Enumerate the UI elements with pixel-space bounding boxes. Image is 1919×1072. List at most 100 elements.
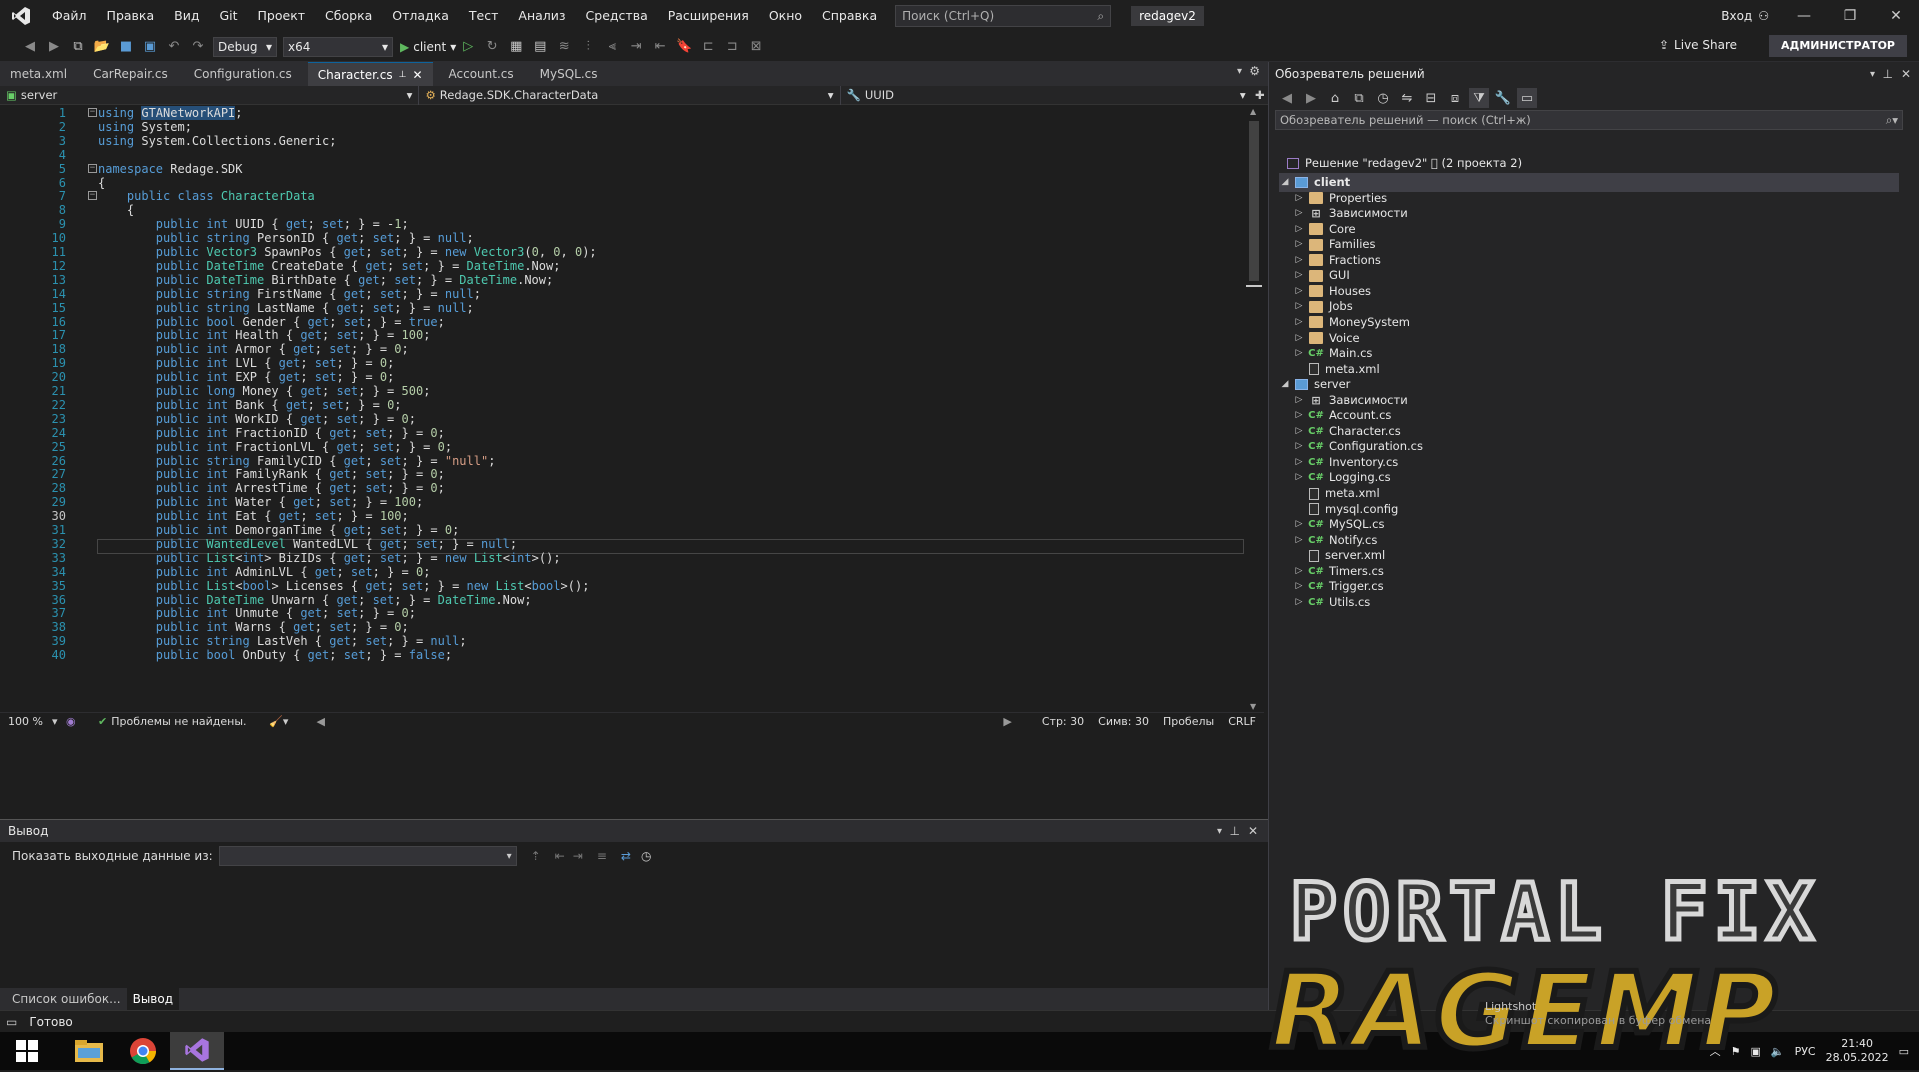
live-share-button[interactable]: ⇪ Live Share — [1659, 38, 1737, 52]
solution-root[interactable]: Решение "redagev2"   (2 проекта 2) — [1283, 154, 1522, 173]
menu-item-2[interactable]: Вид — [164, 0, 209, 32]
hot-reload-icon[interactable]: ↻ — [482, 37, 502, 57]
menu-item-4[interactable]: Проект — [248, 0, 316, 32]
close-icon[interactable]: ✕ — [1248, 824, 1258, 838]
back-icon[interactable]: ◀ — [20, 37, 40, 57]
menu-item-12[interactable]: Справка — [812, 0, 887, 32]
menu-item-3[interactable]: Git — [209, 0, 247, 32]
whitespace-indicator[interactable]: Пробелы — [1163, 715, 1214, 728]
tab-2[interactable]: Configuration.cs — [184, 62, 302, 86]
search-icon[interactable]: ⌕▾ — [1886, 113, 1898, 128]
flag-icon[interactable]: ⚑ — [1731, 1045, 1741, 1058]
scroll-down-icon[interactable]: ▼ — [1250, 702, 1256, 711]
filter-icon[interactable]: ⧩ — [1469, 88, 1489, 108]
menu-item-0[interactable]: Файл — [42, 0, 97, 32]
file-explorer-icon[interactable] — [62, 1032, 116, 1070]
indent-icon[interactable]: ⇥ — [626, 37, 646, 57]
member-dropdown[interactable]: 🔧 UUID ▾ — [841, 86, 1252, 105]
fold-toggle-icon[interactable]: − — [88, 191, 97, 201]
home-icon[interactable]: ⌂ — [1325, 88, 1345, 108]
issues-status[interactable]: Проблемы не найдены. — [111, 715, 261, 728]
menu-item-10[interactable]: Расширения — [658, 0, 759, 32]
output-window-icon[interactable]: ▭ — [6, 1015, 17, 1029]
pending-changes-icon[interactable]: ◷ — [1373, 88, 1393, 108]
menu-item-9[interactable]: Средства — [576, 0, 658, 32]
show-all-files-icon[interactable]: ⧈ — [1445, 88, 1465, 108]
pin-icon[interactable]: ⊥ — [399, 63, 407, 87]
line-indicator[interactable]: Стр: 30 — [1042, 715, 1084, 728]
eol-indicator[interactable]: CRLF — [1228, 715, 1256, 728]
clear-all-icon[interactable]: ≡ — [597, 849, 607, 863]
intellicode-icon[interactable]: ◉ — [66, 715, 86, 728]
prev-message-icon[interactable]: ⇤ — [555, 849, 565, 863]
vertical-scrollbar[interactable]: ▲ ▼ — [1246, 107, 1262, 711]
clock-icon[interactable]: ◷ — [641, 849, 651, 863]
uncomment-icon[interactable]: ⫷ — [602, 37, 622, 57]
format-icon[interactable]: ≋ — [554, 37, 574, 57]
config-dropdown[interactable]: Debug ▾ — [213, 36, 277, 57]
notifications-icon[interactable]: ▭ — [1899, 1045, 1909, 1058]
dropdown-icon[interactable]: ▾ — [1870, 69, 1875, 80]
start-debug-button[interactable]: ▶ client ▾ — [400, 40, 456, 54]
minimize-button[interactable]: — — [1781, 0, 1827, 32]
output-source-dropdown[interactable]: ▾ — [218, 846, 517, 866]
split-icon[interactable]: ✚ — [1252, 88, 1268, 102]
bookmark-next-icon[interactable]: ⊐ — [722, 37, 742, 57]
hscroll-left-icon[interactable]: ◀ — [316, 715, 324, 728]
type-dropdown[interactable]: ⚙ Redage.SDK.CharacterData ▾ — [419, 85, 841, 105]
open-file-icon[interactable]: 📂 — [92, 37, 112, 57]
chrome-icon[interactable] — [116, 1032, 170, 1070]
clock[interactable]: 21:40 28.05.2022 — [1826, 1037, 1889, 1065]
save-all-icon[interactable]: ▣ — [140, 37, 160, 57]
search-input[interactable]: Поиск (Ctrl+Q) ⌕ — [895, 5, 1112, 27]
signin-button[interactable]: Вход ⚇ — [1721, 0, 1769, 32]
network-icon[interactable]: ▣ — [1750, 1045, 1760, 1058]
menu-item-8[interactable]: Анализ — [508, 0, 575, 32]
bottom-tab-1[interactable]: Вывод — [126, 988, 180, 1010]
code-editor[interactable]: 1− using GTANetworkAPI; 2 using System; 3 usi… — [0, 105, 1264, 797]
close-button[interactable]: ✕ — [1873, 0, 1919, 32]
save-icon[interactable]: ■ — [116, 37, 136, 57]
expanded-arrow-icon[interactable]: ◢ — [1279, 375, 1291, 394]
next-message-icon[interactable]: ⇥ — [573, 849, 583, 863]
scroll-thumb[interactable] — [1249, 121, 1259, 281]
expanded-arrow-icon[interactable]: ◢ — [1279, 173, 1291, 192]
tab-4[interactable]: Account.cs — [439, 62, 524, 86]
tree-node[interactable]: ▷ C# Utils.cs — [1293, 593, 1371, 612]
outdent-icon[interactable]: ⇤ — [650, 37, 670, 57]
zoom-level[interactable]: 100 % — [8, 715, 52, 728]
fold-toggle-icon[interactable]: − — [88, 108, 97, 117]
tray-overflow-icon[interactable]: ︿ — [1710, 1043, 1721, 1059]
menu-item-6[interactable]: Отладка — [382, 0, 459, 32]
layout-icon[interactable]: ▤ — [530, 37, 550, 57]
bookmark-clear-icon[interactable]: ⊠ — [746, 37, 766, 57]
search-icon[interactable]: ⌕ — [1097, 9, 1104, 24]
solution-search-input[interactable]: Обозреватель решений — поиск (Ctrl+ж) ⌕▾ — [1275, 110, 1903, 130]
bookmark-icon[interactable]: 🔖 — [674, 37, 694, 57]
platform-dropdown[interactable]: x64 ▾ — [283, 36, 393, 57]
cleanup-icon[interactable]: 🧹▾ — [269, 715, 288, 728]
back-icon[interactable]: ◀ — [1277, 88, 1297, 108]
pin-icon[interactable]: ⊥ — [1883, 67, 1893, 81]
settings-icon[interactable]: ⚙ — [1249, 64, 1260, 78]
tab-0[interactable]: meta.xml — [0, 62, 77, 86]
tab-1[interactable]: CarRepair.cs — [83, 62, 178, 86]
redo-icon[interactable]: ↷ — [188, 37, 208, 57]
tab-3[interactable]: Character.cs ⊥ ✕ — [307, 62, 433, 87]
visual-studio-taskbar-icon[interactable] — [170, 1032, 224, 1070]
tab-overflow-icon[interactable]: ▾ — [1237, 66, 1242, 77]
word-wrap-icon[interactable]: ⇄ — [621, 849, 631, 863]
pin-icon[interactable]: ⊥ — [1230, 824, 1240, 838]
bottom-tab-0[interactable]: Список ошибок... — [6, 988, 127, 1010]
dropdown-icon[interactable]: ▾ — [1217, 826, 1222, 837]
forward-icon[interactable]: ▶ — [1301, 88, 1321, 108]
project-dropdown[interactable]: ▣ server ▾ — [0, 85, 420, 105]
collapse-all-icon[interactable]: ⊟ — [1421, 88, 1441, 108]
windows-start-icon[interactable] — [0, 1032, 54, 1070]
menu-item-5[interactable]: Сборка — [315, 0, 382, 32]
close-icon[interactable]: ✕ — [1901, 67, 1911, 81]
forward-icon[interactable]: ▶ — [44, 37, 64, 57]
language-indicator[interactable]: РУС — [1795, 1045, 1816, 1058]
hscroll-right-icon[interactable]: ▶ — [1003, 715, 1011, 728]
tab-5[interactable]: MySQL.cs — [530, 62, 608, 86]
